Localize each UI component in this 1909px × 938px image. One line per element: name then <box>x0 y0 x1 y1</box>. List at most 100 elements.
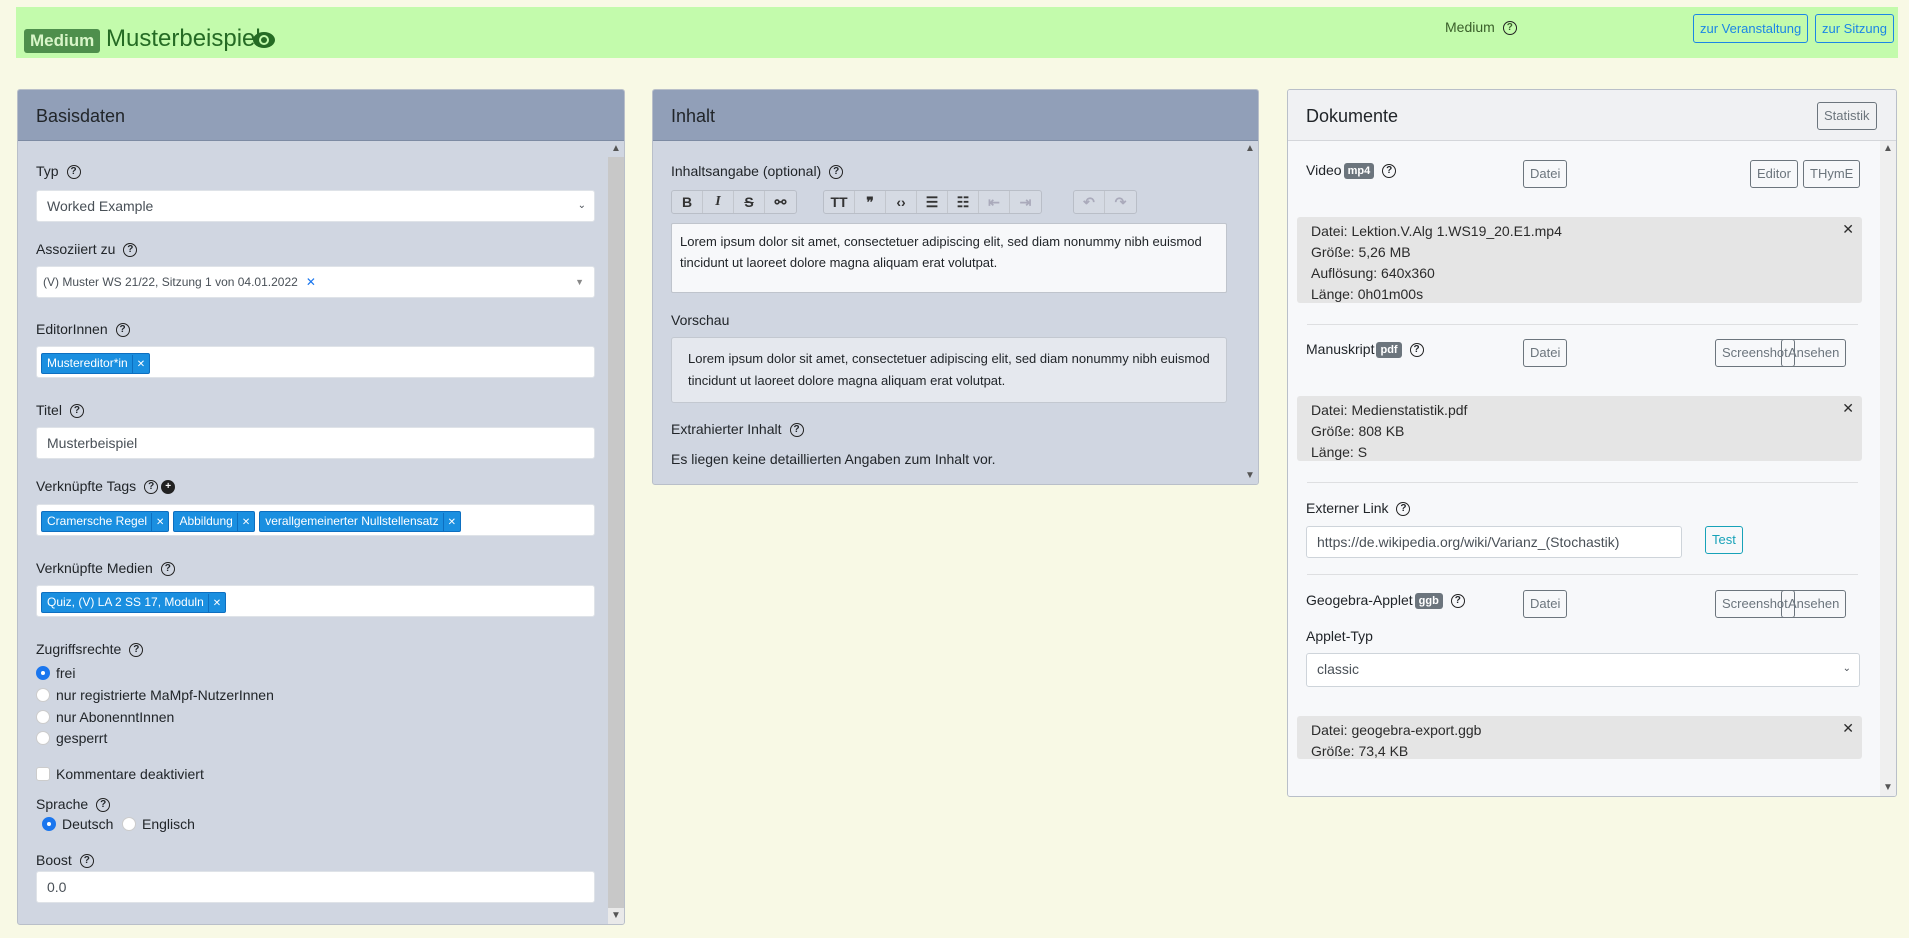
preview-label: Vorschau <box>671 312 730 328</box>
medium-label: Medium? <box>1445 19 1517 36</box>
help-icon[interactable]: ? <box>144 480 159 495</box>
media-header: Medium Musterbeispiel Medium? zur Verans… <box>16 7 1898 58</box>
remove-icon[interactable]: ✕ <box>207 594 225 613</box>
help-icon[interactable]: ? <box>115 323 130 338</box>
extracted-text: Es liegen keine detaillierten Angaben zu… <box>671 451 996 467</box>
help-icon[interactable]: ? <box>1396 502 1411 517</box>
comments-checkbox[interactable] <box>36 767 50 781</box>
to-session-button[interactable]: zur Sitzung <box>1815 14 1895 43</box>
add-tag-icon[interactable]: + <box>161 480 176 495</box>
scroll-down-icon[interactable]: ▼ <box>608 908 624 924</box>
radio-label: frei <box>56 665 76 681</box>
editors-input[interactable]: Mustereditor*in ✕ <box>36 346 595 378</box>
titel-input[interactable]: Musterbeispiel <box>36 427 595 459</box>
link-label: Externer Link? <box>1306 500 1411 517</box>
radio-access-subscribers[interactable] <box>36 710 50 724</box>
remove-icon[interactable]: ✕ <box>236 513 254 532</box>
italic-icon[interactable]: I <box>703 191 734 213</box>
redo-icon[interactable]: ↷ <box>1105 191 1136 213</box>
outdent-icon[interactable]: ⇤ <box>979 191 1010 213</box>
link-icon[interactable]: ⚯ <box>765 191 796 213</box>
statistik-button[interactable]: Statistik <box>1817 102 1877 130</box>
radio-access-registered[interactable] <box>36 688 50 702</box>
video-info: ✕ Datei: Lektion.V.Alg 1.WS19_20.E1.mp4 Gr… <box>1297 217 1862 303</box>
applet-type-select[interactable]: classic ⌄ <box>1306 653 1860 687</box>
undo-icon[interactable]: ↶ <box>1074 191 1105 213</box>
video-file-button[interactable]: Datei <box>1523 160 1568 188</box>
applet-type-label: Applet-Typ <box>1306 628 1373 644</box>
scroll-down-icon[interactable]: ▼ <box>1242 468 1258 484</box>
test-link-button[interactable]: Test <box>1705 526 1743 554</box>
media-label: Verknüpfte Medien? <box>36 560 175 577</box>
help-icon[interactable]: ? <box>160 562 175 577</box>
format-badge: pdf <box>1376 342 1402 359</box>
code-icon[interactable]: ‹› <box>886 191 917 213</box>
help-icon[interactable]: ? <box>789 423 804 438</box>
manuscript-file-button[interactable]: Datei <box>1523 339 1568 367</box>
chevron-down-icon: ⌄ <box>577 200 586 211</box>
remove-icon[interactable]: ✕ <box>131 355 149 374</box>
scroll-up-icon[interactable]: ▲ <box>608 141 624 157</box>
help-icon[interactable]: ? <box>1382 164 1397 179</box>
tags-input[interactable]: Cramersche Regel ✕ Abbildung ✕ verallgemeine… <box>36 504 595 536</box>
clear-icon[interactable]: ✕ <box>306 275 316 289</box>
boost-input[interactable]: 0.0 <box>36 871 595 903</box>
radio-lang-en[interactable] <box>122 817 136 831</box>
medium-badge: Medium <box>24 29 101 53</box>
help-icon[interactable]: ? <box>79 854 94 869</box>
help-icon[interactable]: ? <box>1409 343 1424 358</box>
close-icon[interactable]: ✕ <box>1842 718 1854 739</box>
assoc-select[interactable]: (V) Muster WS 21/22, Sitzung 1 von 04.01… <box>36 266 595 298</box>
radio-lang-de[interactable] <box>42 817 56 831</box>
panel-title: Basisdaten <box>18 90 624 141</box>
video-label: Video mp4? <box>1306 162 1397 180</box>
geogebra-view-button[interactable]: Ansehen <box>1781 590 1847 618</box>
media-chip: Quiz, (V) LA 2 SS 17, Moduln ✕ <box>41 592 227 613</box>
typ-select[interactable]: Worked Example ⌄ <box>36 190 595 222</box>
help-icon[interactable]: ? <box>123 243 138 258</box>
geogebra-label: Geogebra-Applet ggb? <box>1306 592 1465 610</box>
bold-icon[interactable]: B <box>672 191 703 213</box>
help-icon[interactable]: ? <box>66 165 81 180</box>
video-editor-button[interactable]: Editor <box>1750 160 1798 188</box>
radio-access-locked[interactable] <box>36 731 50 745</box>
media-input[interactable]: Quiz, (V) LA 2 SS 17, Moduln ✕ <box>36 585 595 617</box>
help-icon[interactable]: ? <box>1450 594 1465 609</box>
help-icon[interactable]: ? <box>829 165 844 180</box>
radio-label: Deutsch <box>62 816 114 832</box>
remove-icon[interactable]: ✕ <box>442 513 460 532</box>
thyme-button[interactable]: THymE <box>1803 160 1861 188</box>
help-icon[interactable]: ? <box>96 798 111 813</box>
remove-icon[interactable]: ✕ <box>151 513 168 532</box>
scrollbar[interactable]: ▲ ▼ <box>608 141 624 924</box>
numbered-list-icon[interactable]: ☷ <box>948 191 979 213</box>
scroll-down-icon[interactable]: ▼ <box>1880 780 1896 796</box>
help-icon[interactable]: ? <box>69 404 84 419</box>
quote-icon[interactable]: ❞ <box>855 191 886 213</box>
eye-icon[interactable] <box>252 31 276 49</box>
divider <box>1307 574 1858 575</box>
scrollbar[interactable]: ▲ ▼ <box>1880 141 1896 796</box>
radio-label: gesperrt <box>56 730 108 746</box>
external-link-input[interactable]: https://de.wikipedia.org/wiki/Varianz_(S… <box>1306 526 1682 558</box>
scroll-up-icon[interactable]: ▲ <box>1242 141 1258 157</box>
close-icon[interactable]: ✕ <box>1842 398 1854 419</box>
radio-label: nur registrierte MaMpf-NutzerInnen <box>56 687 274 703</box>
radio-access-frei[interactable] <box>36 666 50 680</box>
heading-icon[interactable]: TT <box>824 191 855 213</box>
summary-textarea[interactable]: Lorem ipsum dolor sit amet, consectetuer… <box>671 223 1227 293</box>
help-icon[interactable]: ? <box>1502 21 1517 36</box>
indent-icon[interactable]: ⇥ <box>1010 191 1041 213</box>
scrollbar[interactable]: ▲ ▼ <box>1242 141 1258 484</box>
geogebra-file-button[interactable]: Datei <box>1523 590 1568 618</box>
page-title: Musterbeispiel <box>106 25 261 52</box>
scroll-up-icon[interactable]: ▲ <box>1880 141 1896 157</box>
tags-label: Verknüpfte Tags? + <box>36 478 176 495</box>
bullet-list-icon[interactable]: ☰ <box>917 191 948 213</box>
close-icon[interactable]: ✕ <box>1842 219 1854 240</box>
to-event-button[interactable]: zur Veranstaltung <box>1693 14 1809 43</box>
help-icon[interactable]: ? <box>129 643 144 658</box>
strikethrough-icon[interactable]: S <box>734 191 765 213</box>
manuscript-view-button[interactable]: Ansehen <box>1781 339 1847 367</box>
manuscript-info: ✕ Datei: Medienstatistik.pdf Größe: 808 KB… <box>1297 396 1862 461</box>
